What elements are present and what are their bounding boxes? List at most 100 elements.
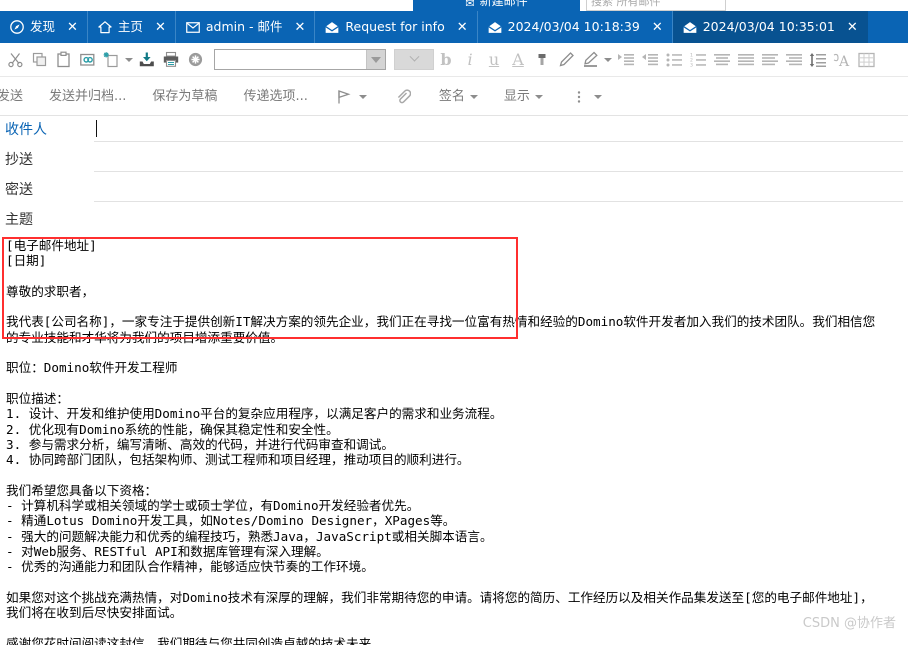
body-line: - 精通Lotus Domino开发工具，如Notes/Domino Desig… bbox=[6, 513, 456, 529]
mail-body-editor[interactable]: [电子邮件地址] [日期] 尊敬的求职者， 我代表[公司名称]，一家专注于提供创新IT… bbox=[0, 238, 908, 645]
flag-icon bbox=[334, 87, 354, 107]
formatting-toolbar: b i u A 1 2 3 A bbox=[0, 43, 908, 77]
tab-3[interactable]: admin - 邮件 ✕ bbox=[176, 11, 316, 43]
tab-bar: 发现 ✕ 主页 ✕ admin - 邮件 ✕ Request for info ✕ 2024/0… bbox=[0, 11, 908, 43]
tab-1[interactable]: 发现 ✕ bbox=[0, 11, 88, 43]
align-justify-icon[interactable] bbox=[758, 48, 782, 72]
body-line: [电子邮件地址] bbox=[6, 238, 97, 253]
tab-close-icon[interactable]: ✕ bbox=[294, 21, 305, 34]
mail-icon bbox=[185, 20, 200, 34]
svg-text:A: A bbox=[838, 54, 850, 68]
tab-6[interactable]: 2024/03/04 10:35:01 ✕ bbox=[672, 11, 868, 43]
body-blank-line bbox=[6, 299, 908, 314]
align-left-icon[interactable] bbox=[710, 48, 734, 72]
body-blank-line bbox=[6, 467, 908, 482]
field-label-1: 收件人 bbox=[5, 122, 47, 138]
highlighter-caret-icon[interactable] bbox=[602, 48, 614, 72]
align-right-icon[interactable] bbox=[782, 48, 806, 72]
tab-2[interactable]: 主页 ✕ bbox=[88, 11, 176, 43]
indent-icon[interactable] bbox=[614, 48, 638, 72]
dropdown-caret-icon[interactable] bbox=[534, 94, 543, 99]
body-line: 感谢您花时间阅读这封信，我们期待与您共同创造卓越的技术未来。 bbox=[6, 635, 384, 645]
field-input-3[interactable] bbox=[94, 177, 903, 202]
font-family-dropdown-arrow[interactable] bbox=[366, 50, 385, 69]
print-icon[interactable] bbox=[159, 48, 183, 72]
strikethrough-button[interactable]: A bbox=[506, 48, 530, 72]
tab-5[interactable]: 2024/03/04 10:18:39 ✕ bbox=[478, 11, 673, 43]
pen-icon[interactable] bbox=[554, 48, 578, 72]
field-row-1: 收件人 bbox=[0, 117, 908, 147]
action-button-4[interactable]: 传递选项... bbox=[230, 90, 320, 103]
font-size-select[interactable] bbox=[394, 49, 434, 70]
paste-icon[interactable] bbox=[51, 48, 75, 72]
line-spacing-icon[interactable] bbox=[806, 48, 830, 72]
dropdown-caret-icon[interactable] bbox=[469, 94, 478, 99]
tab-close-icon[interactable]: ✕ bbox=[652, 21, 663, 34]
body-line: 的专业技能和才华将为我们的项目增添重要价值。 bbox=[6, 329, 284, 345]
body-line: 我们希望您具备以下资格： bbox=[6, 482, 158, 498]
home-icon bbox=[98, 20, 112, 34]
action-button-8[interactable]: 显示 bbox=[491, 90, 556, 103]
cut-icon[interactable] bbox=[3, 48, 27, 72]
new-mail-button[interactable]: ✉ 新建邮件 bbox=[413, 0, 580, 11]
dropdown-caret-icon[interactable] bbox=[358, 94, 367, 99]
action-button-3[interactable]: 保存为草稿 bbox=[139, 90, 230, 103]
search-all-mail-input[interactable]: 搜索 所有邮件 bbox=[586, 0, 726, 11]
highlighter-icon[interactable] bbox=[578, 48, 602, 72]
tab-label: 主页 bbox=[117, 18, 143, 34]
bullet-list-icon[interactable] bbox=[662, 48, 686, 72]
body-line: 1. 设计、开发和维护使用Domino平台的复杂应用程序，以满足客户的需求和业务… bbox=[6, 406, 503, 422]
delete-icon[interactable] bbox=[183, 48, 207, 72]
numbered-list-icon[interactable]: 1 2 3 bbox=[686, 48, 710, 72]
body-line: 职位描述： bbox=[6, 390, 69, 406]
flag-icon[interactable] bbox=[321, 87, 380, 107]
field-input-2[interactable] bbox=[94, 147, 903, 172]
open-envelope-icon bbox=[487, 20, 502, 34]
notes-mail-compose-window: ✉ 新建邮件 搜索 所有邮件 发现 ✕ 主页 ✕ admin - 邮件 ✕ Request … bbox=[0, 0, 908, 645]
font-style-icon[interactable]: A bbox=[830, 48, 854, 72]
attachment-icon[interactable] bbox=[380, 87, 426, 107]
tab-4[interactable]: Request for info ✕ bbox=[315, 11, 478, 43]
field-label-2: 抄送 bbox=[5, 152, 33, 168]
svg-text:3: 3 bbox=[690, 62, 693, 67]
tab-close-icon[interactable]: ✕ bbox=[457, 21, 468, 34]
action-button-label: 传递选项... bbox=[243, 89, 308, 104]
text-color-icon[interactable] bbox=[530, 48, 554, 72]
envelope-icon: ✉ bbox=[465, 0, 475, 10]
table-icon[interactable] bbox=[854, 48, 878, 72]
attachment-icon bbox=[393, 87, 413, 107]
action-button-1[interactable]: 发送 bbox=[0, 90, 36, 103]
bold-button[interactable]: b bbox=[434, 48, 458, 72]
body-line: [日期] bbox=[6, 253, 47, 269]
field-input-1[interactable] bbox=[94, 117, 903, 142]
new-document-icon[interactable] bbox=[99, 48, 123, 72]
import-icon[interactable] bbox=[135, 48, 159, 72]
underline-button[interactable]: u bbox=[482, 48, 506, 72]
action-button-2[interactable]: 发送并归档... bbox=[36, 90, 139, 103]
font-family-select[interactable] bbox=[214, 49, 386, 70]
copy-icon[interactable] bbox=[27, 48, 51, 72]
mail-header-fields: 收件人 抄送 密送 主题 bbox=[0, 117, 908, 237]
align-center-icon[interactable] bbox=[734, 48, 758, 72]
dropdown-caret-icon[interactable] bbox=[593, 94, 602, 99]
field-input-4[interactable] bbox=[94, 207, 903, 232]
body-line: 我代表[公司名称]，一家专注于提供创新IT解决方案的领先企业，我们正在寻找一位富… bbox=[6, 314, 876, 330]
csdn-watermark: CSDN @协作者 bbox=[802, 616, 896, 631]
body-line: - 优秀的沟通能力和团队合作精神，能够适应快节奏的工作环境。 bbox=[6, 559, 374, 575]
paste-link-icon[interactable] bbox=[75, 48, 99, 72]
action-button-7[interactable]: 签名 bbox=[426, 90, 491, 103]
tab-close-icon[interactable]: ✕ bbox=[67, 21, 78, 34]
new-mail-button-label: 新建邮件 bbox=[479, 0, 528, 8]
tab-close-icon[interactable]: ✕ bbox=[847, 21, 858, 34]
body-line: 尊敬的求职者， bbox=[6, 283, 95, 299]
tab-label: Request for info bbox=[345, 18, 445, 34]
more-vertical-icon bbox=[569, 87, 589, 107]
italic-button[interactable]: i bbox=[458, 48, 482, 72]
tab-close-icon[interactable]: ✕ bbox=[155, 21, 166, 34]
body-blank-line bbox=[6, 376, 908, 391]
outdent-icon[interactable] bbox=[638, 48, 662, 72]
more-vertical-icon[interactable] bbox=[556, 87, 615, 107]
new-document-caret-icon[interactable] bbox=[123, 48, 135, 72]
tab-label: 2024/03/04 10:35:01 bbox=[702, 18, 835, 34]
field-row-2: 抄送 bbox=[0, 147, 908, 177]
